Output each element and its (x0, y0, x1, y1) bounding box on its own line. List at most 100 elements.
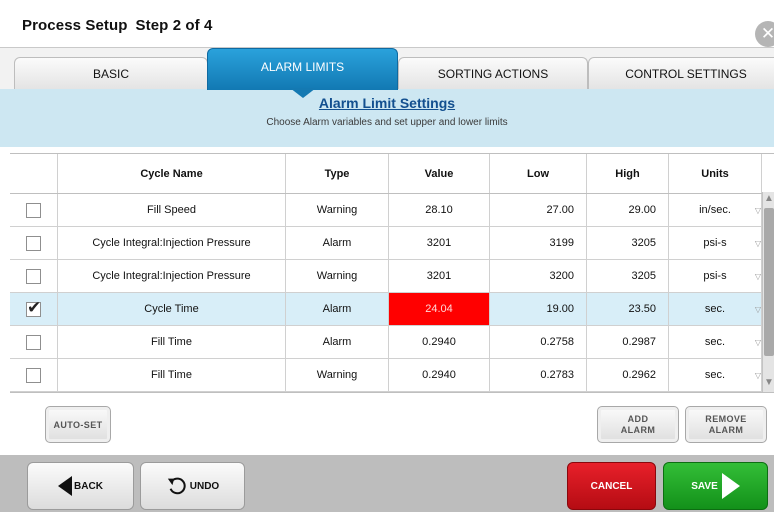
section-subtitle: Choose Alarm variables and set upper and… (266, 117, 508, 128)
remove-alarm-label-line2: ALARM (708, 424, 744, 435)
row-checkbox-checked[interactable] (26, 298, 41, 318)
units-cell: psi-s ▽ (669, 260, 762, 292)
back-arrow-icon (58, 476, 73, 496)
add-alarm-button[interactable]: ADD ALARM (597, 406, 679, 443)
type-cell[interactable]: Alarm (286, 326, 389, 358)
tab-basic[interactable]: BASIC (14, 57, 208, 90)
cycle-name-cell: Cycle Integral:Injection Pressure (58, 227, 286, 259)
low-limit-cell[interactable]: 0.2783 (490, 359, 587, 391)
low-limit-cell[interactable]: 27.00 (490, 194, 587, 226)
units-cell: sec. ▽ (669, 359, 762, 391)
cycle-name-cell: Cycle Time (58, 293, 286, 325)
header-type[interactable]: Type (286, 154, 389, 193)
row-select-cell (10, 359, 58, 391)
row-checkbox[interactable] (26, 268, 41, 284)
dropdown-arrow-icon[interactable]: ▽ (755, 338, 761, 347)
row-checkbox[interactable] (26, 235, 41, 251)
cycle-name-cell: Fill Time (58, 359, 286, 391)
tab-bar: BASIC ALARM LIMITS SORTING ACTIONS CONTR… (0, 48, 774, 90)
low-limit-cell[interactable]: 19.00 (490, 293, 587, 325)
table-row[interactable]: Fill Time Warning 0.2940 0.2783 0.2962 s… (10, 359, 774, 392)
table-row[interactable]: Cycle Integral:Injection Pressure Alarm … (10, 227, 774, 260)
high-limit-cell[interactable]: 0.2987 (587, 326, 669, 358)
high-limit-cell[interactable]: 3205 (587, 227, 669, 259)
row-select-cell (10, 194, 58, 226)
tab-sorting-actions[interactable]: SORTING ACTIONS (398, 57, 588, 90)
process-setup-title: Process Setup (22, 17, 128, 34)
type-cell[interactable]: Warning (286, 359, 389, 391)
cancel-button[interactable]: CANCEL (567, 462, 656, 510)
page-title: Process Setup Step 2 of 4 (22, 17, 212, 34)
low-limit-cell[interactable]: 3200 (490, 260, 587, 292)
header-high[interactable]: High (587, 154, 669, 193)
back-label: BACK (74, 480, 103, 492)
remove-alarm-button[interactable]: REMOVE ALARM (685, 406, 767, 443)
value-cell: 0.2940 (389, 359, 490, 391)
units-text: psi-s (703, 270, 727, 282)
value-cell-out-of-limit: 24.04 (389, 293, 490, 325)
dropdown-arrow-icon[interactable]: ▽ (755, 371, 761, 380)
title-bar: Process Setup Step 2 of 4 ✕ (0, 0, 774, 48)
table-scrollbar[interactable]: ▲ ▼ (762, 192, 774, 392)
value-cell: 28.10 (389, 194, 490, 226)
header-low[interactable]: Low (490, 154, 587, 193)
table-row[interactable]: Fill Speed Warning 28.10 27.00 29.00 in/… (10, 194, 774, 227)
high-limit-cell[interactable]: 23.50 (587, 293, 669, 325)
footer-bar: BACK UNDO CANCEL SAVE (0, 455, 774, 512)
cancel-label: CANCEL (590, 480, 633, 492)
row-select-cell (10, 227, 58, 259)
dropdown-arrow-icon[interactable]: ▽ (755, 239, 761, 248)
scroll-up-icon[interactable]: ▲ (763, 192, 774, 206)
table-row-selected[interactable]: Cycle Time Alarm 24.04 19.00 23.50 sec. ▽ (10, 293, 774, 326)
type-cell[interactable]: Alarm (286, 293, 389, 325)
value-cell: 0.2940 (389, 326, 490, 358)
undo-label: UNDO (189, 480, 220, 492)
cycle-name-cell: Fill Time (58, 326, 286, 358)
header-cycle-name[interactable]: Cycle Name (58, 154, 286, 193)
row-checkbox[interactable] (26, 367, 41, 383)
table-row[interactable]: Fill Time Alarm 0.2940 0.2758 0.2987 sec… (10, 326, 774, 359)
header-value[interactable]: Value (389, 154, 490, 193)
dropdown-arrow-icon[interactable]: ▽ (755, 206, 761, 215)
units-text: psi-s (703, 237, 727, 249)
units-text: sec. (704, 303, 726, 315)
row-checkbox[interactable] (26, 202, 41, 218)
value-cell: 3201 (389, 260, 490, 292)
low-limit-cell[interactable]: 0.2758 (490, 326, 587, 358)
low-limit-cell[interactable]: 3199 (490, 227, 587, 259)
table-row[interactable]: Cycle Integral:Injection Pressure Warnin… (10, 260, 774, 293)
section-title: Alarm Limit Settings (318, 95, 456, 111)
save-button[interactable]: SAVE (663, 462, 768, 510)
auto-set-button[interactable]: AUTO-SET (45, 406, 111, 443)
tab-alarm-limits[interactable]: ALARM LIMITS (207, 48, 398, 90)
type-cell[interactable]: Warning (286, 260, 389, 292)
high-limit-cell[interactable]: 29.00 (587, 194, 669, 226)
cycle-name-cell: Cycle Integral:Injection Pressure (58, 260, 286, 292)
units-cell: sec. ▽ (669, 326, 762, 358)
active-tab-pointer (290, 88, 316, 98)
type-cell[interactable]: Warning (286, 194, 389, 226)
type-cell[interactable]: Alarm (286, 227, 389, 259)
high-limit-cell[interactable]: 0.2962 (587, 359, 669, 391)
row-select-cell (10, 293, 58, 325)
table-header-row: Cycle Name Type Value Low High Units (10, 154, 774, 194)
add-alarm-label-line1: ADD (627, 413, 649, 424)
header-units[interactable]: Units (669, 154, 762, 193)
add-alarm-label-line2: ALARM (620, 424, 656, 435)
row-checkbox[interactable] (26, 334, 41, 350)
units-cell: in/sec. ▽ (669, 194, 762, 226)
scrollbar-thumb[interactable] (764, 208, 774, 356)
close-icon[interactable]: ✕ (755, 21, 774, 47)
high-limit-cell[interactable]: 3205 (587, 260, 669, 292)
undo-icon (167, 477, 186, 495)
section-banner: Alarm Limit Settings Choose Alarm variab… (0, 89, 774, 147)
value-cell: 3201 (389, 227, 490, 259)
dropdown-arrow-icon[interactable]: ▽ (755, 272, 761, 281)
remove-alarm-label-line1: REMOVE (705, 413, 747, 424)
scroll-down-icon[interactable]: ▼ (763, 376, 774, 390)
undo-button[interactable]: UNDO (140, 462, 245, 510)
back-button[interactable]: BACK (27, 462, 134, 510)
dropdown-arrow-icon[interactable]: ▽ (755, 305, 761, 314)
alarm-table: Cycle Name Type Value Low High Units Fil… (10, 153, 774, 393)
tab-control-settings[interactable]: CONTROL SETTINGS (588, 57, 774, 90)
